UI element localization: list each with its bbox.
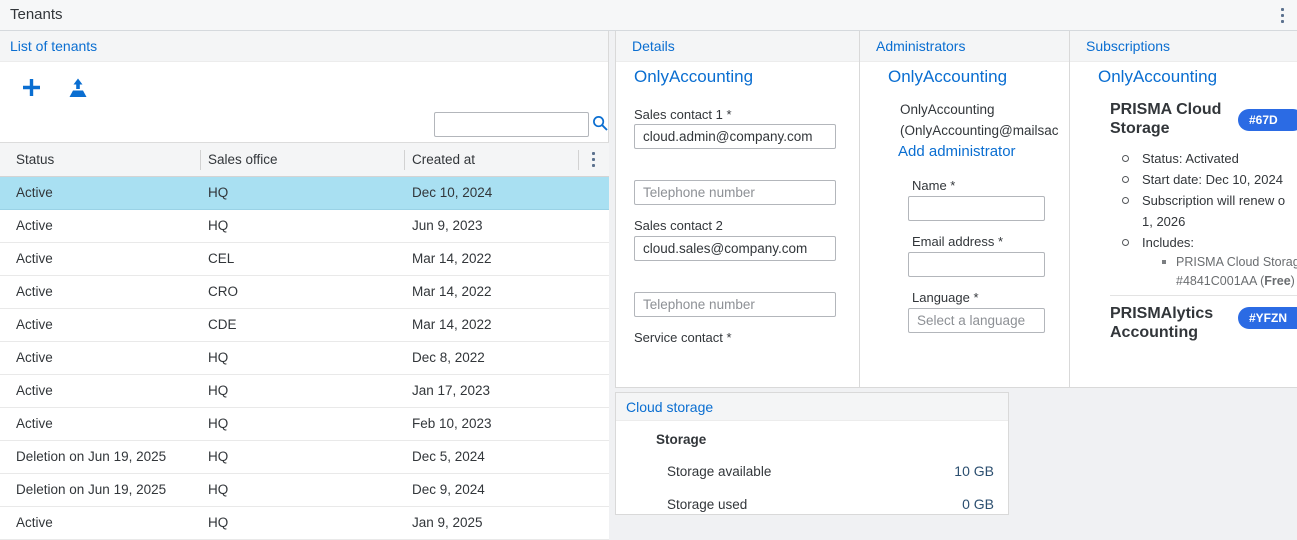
included-product-line1: PRISMA Cloud Storage / [1176,253,1297,272]
subscription-includes: Includes: [1142,232,1297,253]
subscription-renew-line2: 1, 2026 [1142,211,1297,232]
subscription-renew-line1: Subscription will renew o [1142,190,1297,211]
tenant-list-panel: List of tenants Status Sales office Crea… [0,31,609,515]
table-row[interactable]: Active CDE Mar 14, 2022 [0,309,609,342]
table-row[interactable]: Active HQ Jun 9, 2023 [0,210,609,243]
admin-language-label: Language * [912,290,979,305]
subscription-status: Status: Activated [1142,148,1297,169]
table-row[interactable]: Active CRO Mar 14, 2022 [0,276,609,309]
cloud-storage-panel: Cloud storage Storage Storage available … [615,392,1009,515]
search-input[interactable] [434,112,589,137]
administrators-panel: Administrators OnlyAccounting OnlyAccoun… [860,31,1070,388]
subscriptions-panel: Subscriptions OnlyAccounting PRISMA Clou… [1070,31,1297,388]
upload-icon [66,76,90,100]
storage-used-value: 0 GB [914,496,994,512]
subscription-divider [1110,295,1297,296]
admin-email-label: Email address * [912,234,1003,249]
table-settings-icon[interactable] [592,152,595,167]
subscription-name: PRISMA Cloud Storage [1110,100,1240,138]
sales-contact-1-label: Sales contact 1 * [634,107,732,122]
admin-name-input[interactable] [908,196,1045,221]
sales-contact-2-label: Sales contact 2 [634,218,723,233]
service-contact-label: Service contact * [634,330,732,345]
table-row[interactable]: Deletion on Jun 19, 2025 HQ Dec 5, 2024 [0,441,609,474]
tenants-app: { "app": { "title": "Tenants" }, "tenant… [0,0,1297,515]
subscriptions-header: Subscriptions [1070,31,1297,62]
sales-contact-2-input[interactable] [634,236,836,261]
overflow-menu-icon[interactable] [1281,8,1284,23]
column-header-created[interactable]: Created at [412,143,475,176]
details-header: Details [616,31,859,62]
table-row[interactable]: Active HQ Dec 8, 2022 [0,342,609,375]
cloud-storage-header: Cloud storage [616,393,1008,421]
bullet-icon [1122,197,1129,204]
add-tenant-button[interactable] [20,76,43,102]
page-title: Tenants [10,0,63,30]
storage-available-value: 10 GB [914,463,994,479]
details-tenant-name: OnlyAccounting [634,67,753,87]
table-row[interactable]: Active HQ Jan 17, 2023 [0,375,609,408]
sales-contact-1-phone-input[interactable] [634,180,836,205]
storage-used-label: Storage used [667,497,747,512]
subscriptions-tenant-name: OnlyAccounting [1098,67,1217,87]
table-row[interactable]: Active HQ Feb 10, 2023 [0,408,609,441]
table-row[interactable]: Deletion on Jun 19, 2025 HQ Dec 9, 2024 [0,474,609,507]
tenant-rows: Active HQ Dec 10, 2024 Active HQ Jun 9, … [0,177,609,540]
column-header-office[interactable]: Sales office [208,143,278,176]
sales-contact-1-input[interactable] [634,124,836,149]
administrators-tenant-name: OnlyAccounting [888,67,1007,87]
table-header-row: Status Sales office Created at [0,142,609,177]
included-product-line2: #4841C001AA (Free) [1176,272,1297,291]
search-area [434,112,589,137]
storage-group-title: Storage [656,432,706,447]
admin-email-input[interactable] [908,252,1045,277]
subscription-start-date: Start date: Dec 10, 2024 [1142,169,1297,190]
existing-administrator: OnlyAccounting (OnlyAccounting@mailsac [900,99,1068,141]
search-icon [592,115,609,132]
details-panel: Details OnlyAccounting Sales contact 1 *… [615,31,860,388]
subscription-name: PRISMAlytics Accounting [1110,304,1240,342]
storage-available-label: Storage available [667,464,771,479]
plus-icon [20,76,43,99]
bullet-icon [1122,155,1129,162]
sales-contact-2-phone-input[interactable] [634,292,836,317]
subscription-badge: #67D [1238,109,1297,131]
table-row[interactable]: Active HQ Dec 10, 2024 [0,177,609,210]
admin-language-select[interactable] [908,308,1045,333]
tenant-list-header: List of tenants [0,31,608,62]
administrators-header: Administrators [860,31,1069,62]
subscription-badge: #YFZN [1238,307,1297,329]
shell-bar: Tenants [0,0,1297,31]
add-administrator-link[interactable]: Add administrator [898,143,1016,160]
search-button[interactable] [592,115,609,135]
upload-tenant-button[interactable] [66,76,90,103]
column-header-status[interactable]: Status [16,143,54,176]
sub-bullet-icon [1162,260,1166,264]
table-row[interactable]: Active HQ Jan 9, 2025 [0,507,609,540]
bullet-icon [1122,239,1129,246]
admin-name-label: Name * [912,178,955,193]
bullet-icon [1122,176,1129,183]
table-row[interactable]: Active CEL Mar 14, 2022 [0,243,609,276]
